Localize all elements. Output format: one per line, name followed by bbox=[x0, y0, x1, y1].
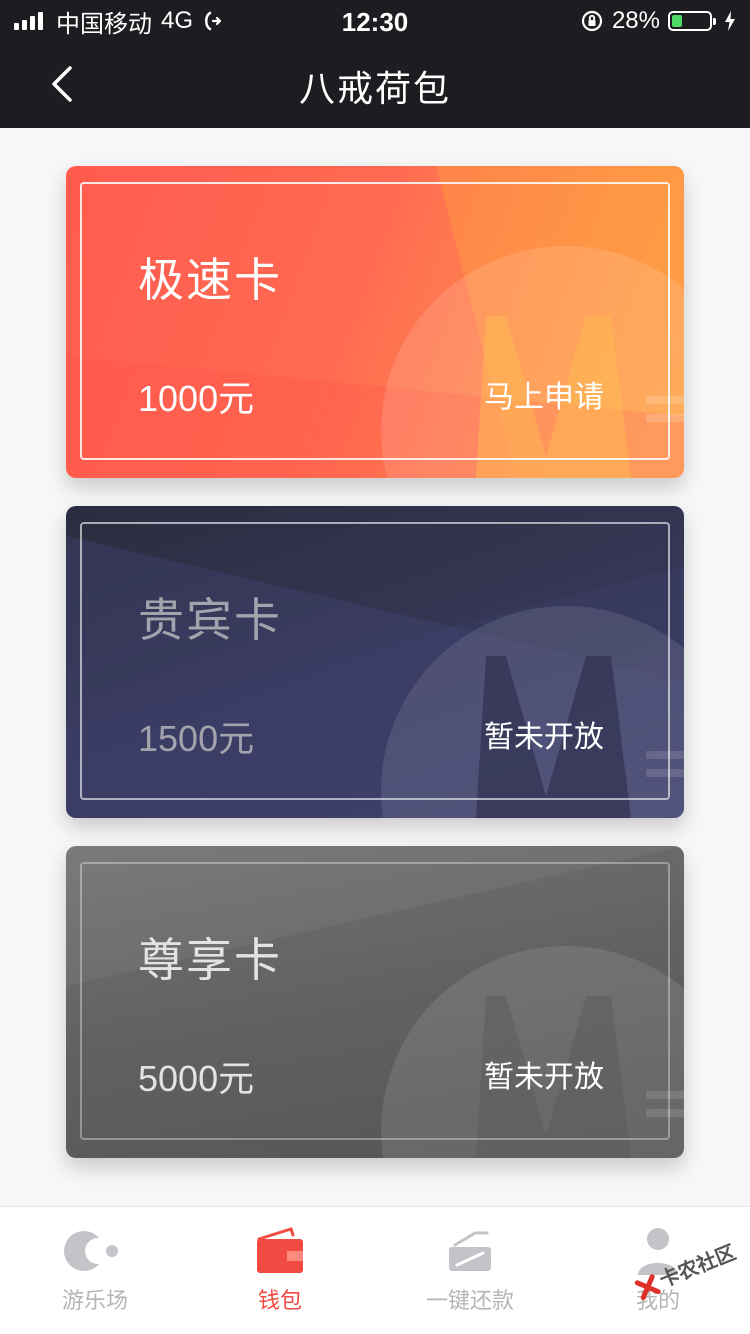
card-amount: 1500元 bbox=[138, 718, 255, 759]
page-title: 八戒荷包 bbox=[298, 69, 451, 110]
card-premium[interactable]: 尊享卡 5000元 暂未开放 bbox=[66, 846, 684, 1158]
card-amount: 1000元 bbox=[138, 378, 255, 419]
tab-repay[interactable]: 一键还款 bbox=[390, 1225, 550, 1325]
app-root: 中国移动 4G 12:30 28% 八戒荷包 极速卡 1000元 马上申请 贵宾… bbox=[0, 0, 750, 1334]
tab-label: 一键还款 bbox=[425, 1289, 514, 1314]
card-name: 贵宾卡 bbox=[138, 593, 282, 647]
battery-level bbox=[672, 15, 683, 27]
header: 中国移动 4G 12:30 28% 八戒荷包 bbox=[0, 0, 750, 128]
not-open-label: 暂未开放 bbox=[484, 720, 604, 755]
tab-bar: 游乐场 钱包 一键还款 我的 bbox=[0, 1206, 750, 1334]
card-name: 极速卡 bbox=[138, 253, 282, 307]
card-name: 尊享卡 bbox=[138, 933, 282, 987]
tab-wallet[interactable]: 钱包 bbox=[200, 1225, 360, 1325]
tab-playground[interactable]: 游乐场 bbox=[15, 1225, 175, 1325]
status-bar: 中国移动 4G 12:30 28% bbox=[0, 0, 750, 40]
charging-icon bbox=[725, 11, 735, 31]
card-amount: 5000元 bbox=[138, 1058, 255, 1099]
not-open-label: 暂未开放 bbox=[484, 1060, 604, 1095]
battery-icon bbox=[668, 11, 716, 31]
tab-label: 钱包 bbox=[257, 1289, 302, 1314]
card-vip[interactable]: 贵宾卡 1500元 暂未开放 bbox=[66, 506, 684, 818]
wallet-icon bbox=[257, 1227, 303, 1273]
status-right: 28% bbox=[580, 7, 736, 34]
rotation-lock-icon bbox=[581, 10, 603, 32]
tab-label: 游乐场 bbox=[61, 1289, 128, 1314]
tab-label: 我的 bbox=[635, 1289, 680, 1314]
battery-percent: 28% bbox=[611, 7, 660, 34]
apply-now-button[interactable]: 马上申请 bbox=[484, 372, 604, 416]
tab-profile[interactable]: 我的 bbox=[578, 1225, 738, 1325]
profile-icon bbox=[638, 1228, 678, 1275]
card-speed[interactable]: 极速卡 1000元 马上申请 bbox=[66, 166, 684, 478]
nav-bar: 八戒荷包 bbox=[0, 40, 750, 128]
playground-icon bbox=[64, 1231, 118, 1271]
repay-icon bbox=[449, 1231, 491, 1271]
